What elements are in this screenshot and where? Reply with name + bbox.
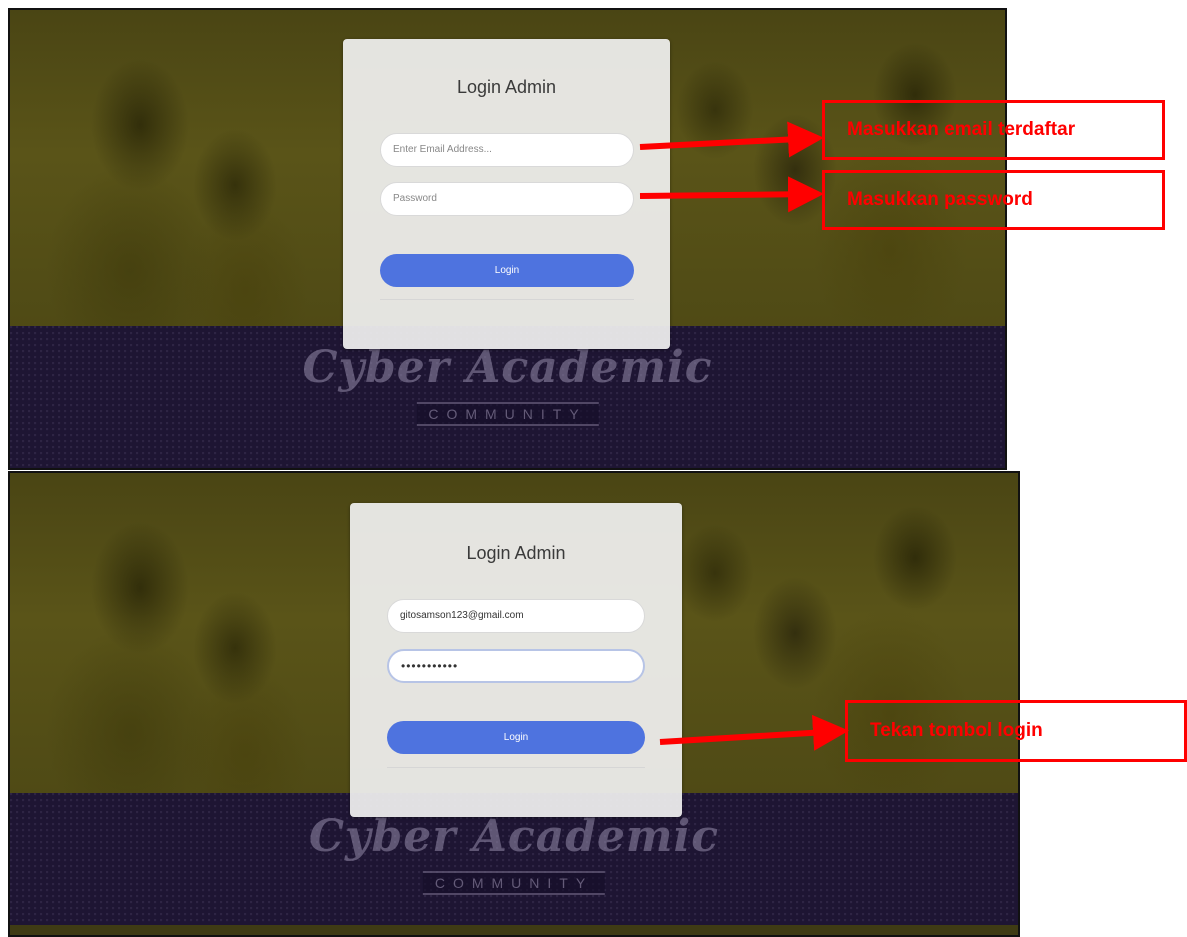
annotation-login: Tekan tombol login	[845, 700, 1187, 762]
annotation-email: Masukkan email terdaftar	[822, 100, 1165, 160]
arrow-email	[639, 121, 824, 158]
arrow-login	[659, 714, 849, 751]
annotation-password: Masukkan password	[822, 170, 1165, 230]
arrow-password	[639, 176, 824, 213]
